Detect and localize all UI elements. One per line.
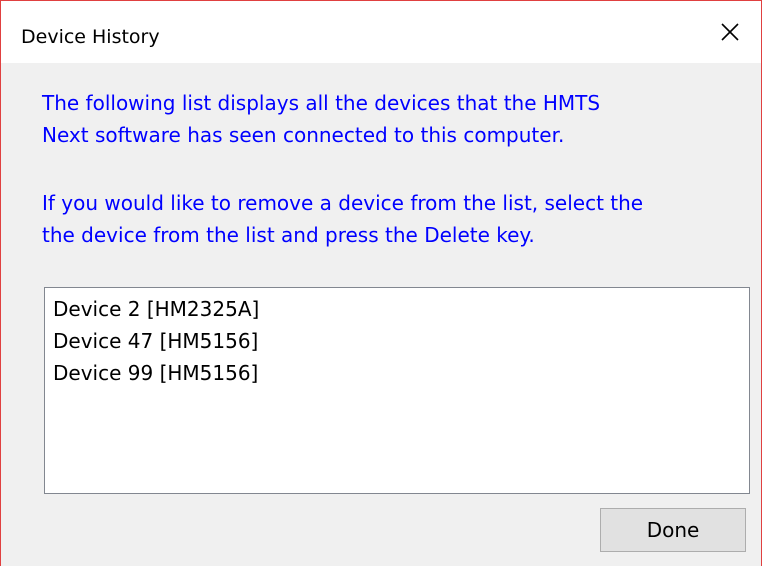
- info-line: If you would like to remove a device fro…: [42, 191, 644, 215]
- info-line: The following list displays all the devi…: [42, 91, 601, 115]
- list-item[interactable]: Device 2 [HM2325A]: [45, 293, 749, 325]
- info-line: the device from the list and press the D…: [42, 223, 535, 247]
- list-item[interactable]: Device 99 [HM5156]: [45, 357, 749, 389]
- info-paragraph-2: If you would like to remove a device fro…: [42, 187, 643, 251]
- device-list[interactable]: Device 2 [HM2325A] Device 47 [HM5156] De…: [44, 287, 750, 494]
- title-bar: Device History: [1, 1, 761, 63]
- window-title: Device History: [21, 26, 160, 48]
- device-history-dialog: Device History The following list displa…: [0, 0, 762, 566]
- info-line: Next software has seen connected to this…: [42, 123, 565, 147]
- list-item[interactable]: Device 47 [HM5156]: [45, 325, 749, 357]
- info-paragraph-1: The following list displays all the devi…: [42, 87, 600, 151]
- done-button[interactable]: Done: [600, 508, 746, 552]
- close-icon: [721, 23, 739, 41]
- close-button[interactable]: [699, 1, 761, 63]
